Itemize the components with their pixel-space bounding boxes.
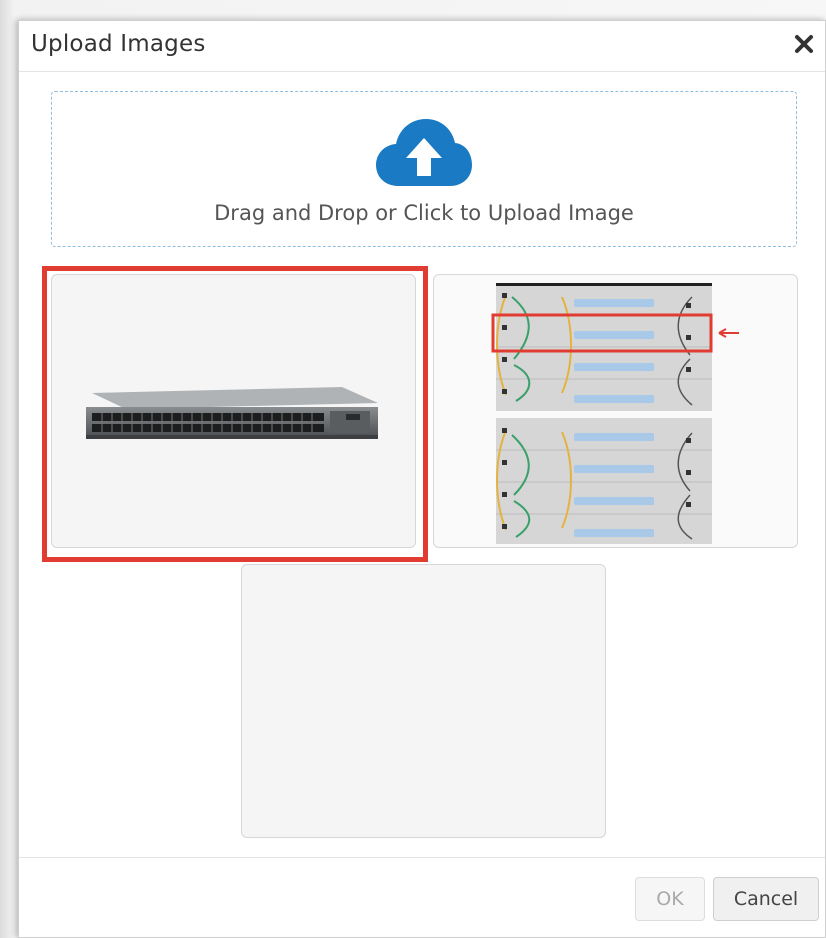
switch-image: [86, 387, 378, 439]
upload-images-dialog: Upload Images Drag and Drop or Click to …: [18, 20, 826, 938]
dialog-title: Upload Images: [31, 31, 206, 57]
cloud-upload-icon: [376, 119, 472, 186]
upload-dropzone[interactable]: Drag and Drop or Click to Upload Image: [51, 91, 797, 247]
dialog-header: Upload Images: [19, 21, 825, 72]
dropzone-instructions: Drag and Drop or Click to Upload Image: [214, 201, 634, 225]
image-thumbnail-switch[interactable]: [51, 274, 416, 548]
footer-divider: [19, 857, 825, 858]
image-thumbnail-empty[interactable]: [241, 564, 606, 838]
rack-diagram-image: [491, 283, 739, 544]
close-icon: [795, 35, 813, 53]
image-thumbnail-rack-diagram[interactable]: [433, 274, 798, 548]
cancel-button[interactable]: Cancel: [713, 877, 819, 921]
ok-button[interactable]: OK: [635, 877, 705, 921]
close-button[interactable]: [789, 29, 819, 59]
